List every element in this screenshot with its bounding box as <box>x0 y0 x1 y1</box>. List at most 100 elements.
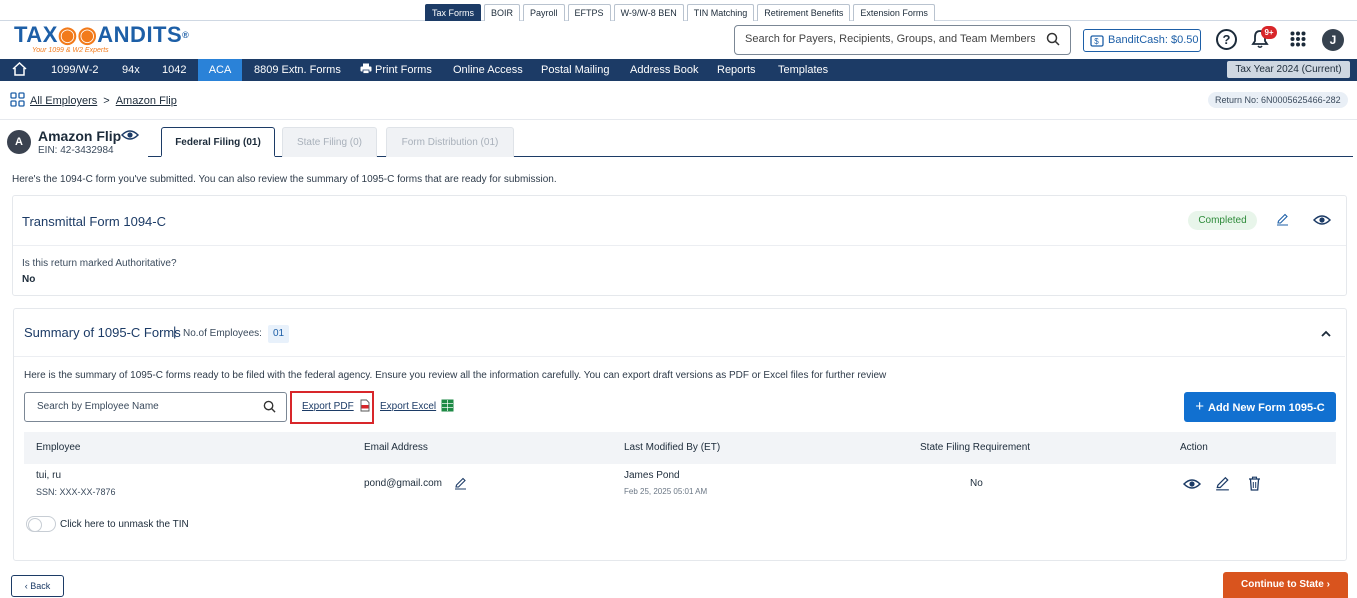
nav-print-forms[interactable]: Print Forms <box>360 59 432 81</box>
main-nav: 1099/W-2 94x 1042 ACA 8809 Extn. Forms P… <box>0 59 1357 81</box>
plus-icon: + <box>1195 398 1204 415</box>
product-tab-extension-forms[interactable]: Extension Forms <box>853 4 935 21</box>
back-button[interactable]: ‹ Back <box>11 575 64 597</box>
view-eye-icon[interactable] <box>1182 477 1202 496</box>
nav-postal-mailing[interactable]: Postal Mailing <box>541 59 609 81</box>
col-email-address: Email Address <box>364 442 428 453</box>
tab-federal-filing[interactable]: Federal Filing (01) <box>161 127 275 157</box>
continue-label: Continue to State <box>1241 579 1324 590</box>
nav-8809-extn-forms[interactable]: 8809 Extn. Forms <box>254 59 341 81</box>
view-transmittal-eye-icon[interactable] <box>1312 213 1332 232</box>
global-search <box>734 25 1071 55</box>
excel-file-icon <box>441 399 454 417</box>
product-tab-boir[interactable]: BOIR <box>484 4 521 21</box>
employee-name: tui, ru <box>36 470 62 481</box>
apps-grid-icon[interactable] <box>1290 31 1306 52</box>
taxbandits-logo[interactable]: TAX◉◉ANDITS® Your 1099 & W2 Experts <box>14 23 189 55</box>
bandit-cash-button[interactable]: $ BanditCash: $0.50 <box>1083 29 1201 52</box>
delete-trash-icon[interactable] <box>1248 476 1261 496</box>
breadcrumb-current-employer[interactable]: Amazon Flip <box>116 95 177 107</box>
search-icon[interactable] <box>1046 32 1060 51</box>
home-icon[interactable] <box>11 61 28 83</box>
col-action: Action <box>1180 442 1208 453</box>
transmittal-title: Transmittal Form 1094-C <box>22 214 166 229</box>
table-header: Employee Email Address Last Modified By … <box>24 432 1336 464</box>
employee-count-label: No.of Employees: <box>183 328 262 339</box>
authoritative-answer: No <box>22 274 36 285</box>
employer-ein: EIN: 42-3432984 <box>38 145 114 156</box>
product-tab-tax-forms[interactable]: Tax Forms <box>425 4 482 21</box>
tab-form-distribution[interactable]: Form Distribution (01) <box>386 127 514 157</box>
authoritative-question: Is this return marked Authoritative? <box>22 258 177 269</box>
global-search-input[interactable] <box>745 33 1035 45</box>
view-employer-eye-icon[interactable] <box>120 128 140 147</box>
employee-email: pond@gmail.com <box>364 478 442 489</box>
unmask-tin-toggle[interactable] <box>26 516 56 532</box>
summary-separator: | <box>173 324 177 339</box>
edit-pencil-icon[interactable] <box>1215 476 1230 496</box>
edit-transmittal-pencil-icon[interactable] <box>1276 213 1289 231</box>
svg-text:$: $ <box>1094 37 1099 46</box>
tab-state-filing[interactable]: State Filing (0) <box>282 127 377 157</box>
nav-94x[interactable]: 94x <box>122 59 140 81</box>
breadcrumb: All Employers > Amazon Flip <box>10 92 177 110</box>
product-tab-tin-matching[interactable]: TIN Matching <box>686 4 755 21</box>
export-excel-link[interactable]: Export Excel <box>380 401 436 412</box>
user-avatar[interactable]: J <box>1322 29 1344 51</box>
nav-1099-w2[interactable]: 1099/W-2 <box>51 59 99 81</box>
product-tab-payroll[interactable]: Payroll <box>523 4 565 21</box>
modified-at: Feb 25, 2025 05:01 AM <box>624 487 708 496</box>
logo-tagline: Your 1099 & W2 Experts <box>32 47 109 54</box>
modified-by: James Pond <box>624 470 680 481</box>
notification-badge: 9+ <box>1261 26 1277 39</box>
nav-print-forms-label: Print Forms <box>375 64 432 76</box>
product-tabs-bar: Tax Forms BOIR Payroll EFTPS W-9/W-8 BEN… <box>0 0 1357 21</box>
tax-year-selector[interactable]: Tax Year 2024 (Current) <box>1227 61 1350 78</box>
product-tab-retirement-benefits[interactable]: Retirement Benefits <box>757 4 851 21</box>
chevron-right-icon: › <box>1326 579 1330 590</box>
employers-grid-icon <box>10 92 25 110</box>
logo-text-a: TAX <box>14 22 58 47</box>
bandit-cash-label: BanditCash: $0.50 <box>1108 34 1199 46</box>
status-badge: Completed <box>1188 211 1257 230</box>
printer-icon <box>360 63 372 74</box>
employee-count: 01 <box>268 325 290 343</box>
product-tab-w9-w8ben[interactable]: W-9/W-8 BEN <box>613 4 684 21</box>
export-pdf-link[interactable]: Export PDF <box>302 401 354 412</box>
summary-description: Here is the summary of 1095-C forms read… <box>24 370 887 381</box>
search-icon[interactable] <box>263 400 276 418</box>
nav-online-access[interactable]: Online Access <box>453 59 523 81</box>
add-button-label: Add New Form 1095-C <box>1208 402 1325 414</box>
state-filing-requirement: No <box>970 478 983 489</box>
chevron-up-icon[interactable] <box>1320 326 1332 344</box>
product-tab-eftps[interactable]: EFTPS <box>567 4 611 21</box>
help-icon[interactable]: ? <box>1216 29 1237 50</box>
wallet-icon: $ <box>1090 34 1104 55</box>
pdf-file-icon <box>360 399 370 417</box>
nav-address-book[interactable]: Address Book <box>630 59 698 81</box>
col-employee: Employee <box>36 442 81 453</box>
col-last-modified-by: Last Modified By (ET) <box>624 442 721 453</box>
employee-ssn: SSN: XXX-XX-7876 <box>36 487 116 497</box>
divider <box>0 119 1357 120</box>
intro-text: Here's the 1094-C form you've submitted.… <box>12 174 557 185</box>
breadcrumb-all-employers[interactable]: All Employers <box>30 95 97 107</box>
nav-1042[interactable]: 1042 <box>162 59 186 81</box>
add-new-form-1095c-button[interactable]: + Add New Form 1095-C <box>1184 392 1336 422</box>
col-state-filing-requirement: State Filing Requirement <box>920 442 1031 453</box>
back-label: Back <box>30 581 51 591</box>
employee-search <box>24 392 287 422</box>
logo-reg: ® <box>182 30 190 40</box>
product-tabs: Tax Forms BOIR Payroll EFTPS W-9/W-8 BEN… <box>425 4 935 21</box>
employee-search-input[interactable] <box>37 401 257 412</box>
nav-reports[interactable]: Reports <box>717 59 756 81</box>
unmask-tin-label: Click here to unmask the TIN <box>60 519 189 530</box>
edit-email-pencil-icon[interactable] <box>454 477 467 495</box>
nav-aca[interactable]: ACA <box>198 59 242 81</box>
continue-to-state-button[interactable]: Continue to State › <box>1223 572 1348 598</box>
owl-icon: ◉◉ <box>57 22 98 47</box>
nav-templates[interactable]: Templates <box>778 59 828 81</box>
logo-text-b: ANDITS <box>97 22 183 47</box>
divider <box>14 356 1345 357</box>
employer-name: Amazon Flip <box>38 128 122 144</box>
